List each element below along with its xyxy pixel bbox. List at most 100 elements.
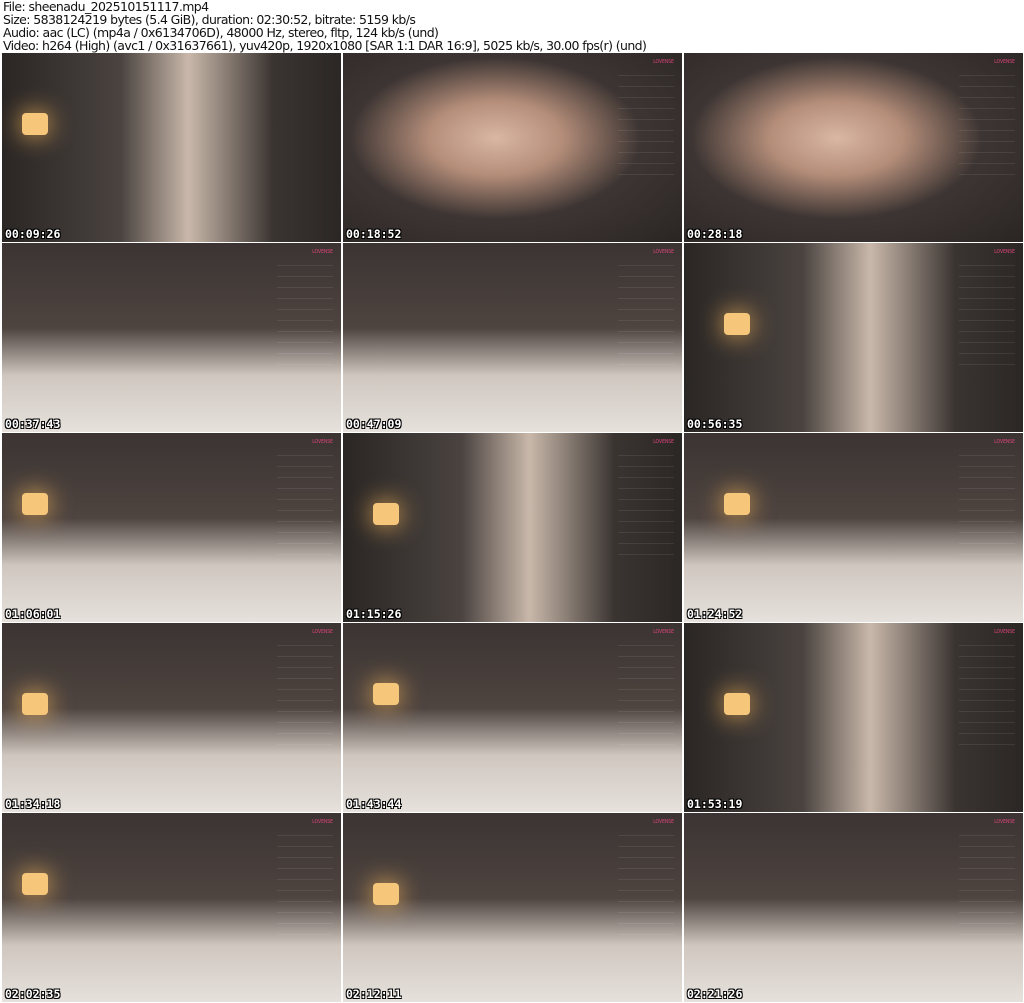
overlay-row [618, 849, 674, 858]
overlay-brand: LOVENSE [653, 59, 674, 65]
overlay-row [959, 838, 1015, 847]
overlay-row [618, 637, 674, 646]
thumbnail-timestamp: 00:09:26 [5, 227, 61, 241]
overlay-row [277, 637, 333, 646]
overlay-row [618, 871, 674, 880]
overlay-row [959, 882, 1015, 891]
overlay-row [277, 882, 333, 891]
overlay-row [959, 67, 1015, 76]
overlay-row [959, 301, 1015, 310]
overlay-brand: LOVENSE [653, 629, 674, 635]
overlay-row [618, 100, 674, 109]
overlay-row [959, 714, 1015, 723]
video-info: Video: h264 (High) (avc1 / 0x31637661), … [3, 38, 647, 53]
video-thumbnail: LOVENSE 01:53:19 [684, 623, 1023, 812]
overlay-row [959, 111, 1015, 120]
overlay-row [277, 502, 333, 511]
overlay-row [277, 268, 333, 277]
overlay-row [959, 637, 1015, 646]
thumbnail-timestamp: 01:53:19 [687, 797, 743, 811]
video-thumbnail: LOVENSE 00:47:09 [343, 243, 682, 432]
overlay-row [618, 334, 674, 343]
overlay-row [618, 323, 674, 332]
overlay-row [959, 356, 1015, 365]
overlay-row [959, 312, 1015, 321]
overlay-row [959, 334, 1015, 343]
overlay-row [277, 871, 333, 880]
lamp-light [724, 313, 750, 335]
overlay-row [959, 703, 1015, 712]
thumbnail-timestamp: 02:21:26 [687, 987, 743, 1001]
tip-menu-overlay: LOVENSE [959, 629, 1015, 799]
overlay-row [277, 290, 333, 299]
overlay-row [959, 78, 1015, 87]
overlay-row [277, 469, 333, 478]
overlay-row [959, 458, 1015, 467]
thumbnail-timestamp: 00:28:18 [687, 227, 743, 241]
overlay-row [277, 827, 333, 836]
overlay-row [618, 502, 674, 511]
overlay-row [618, 904, 674, 913]
lamp-light [373, 883, 399, 905]
overlay-brand: LOVENSE [994, 439, 1015, 445]
tip-menu-overlay: LOVENSE [277, 439, 333, 609]
overlay-brand: LOVENSE [312, 819, 333, 825]
overlay-row [618, 491, 674, 500]
overlay-row [277, 692, 333, 701]
overlay-brand: LOVENSE [994, 249, 1015, 255]
video-thumbnail: LOVENSE 00:28:18 [684, 53, 1023, 242]
overlay-row [959, 257, 1015, 266]
overlay-row [277, 491, 333, 500]
thumbnail-grid: 00:09:26 LOVENSE 00:18:52 LOVENSE 00:28:18 LO… [2, 53, 1023, 1002]
video-thumbnail: LOVENSE 00:56:35 [684, 243, 1023, 432]
overlay-row [959, 268, 1015, 277]
video-thumbnail: LOVENSE 01:24:52 [684, 433, 1023, 622]
overlay-row [959, 725, 1015, 734]
overlay-row [959, 100, 1015, 109]
overlay-row [959, 736, 1015, 745]
overlay-row [618, 725, 674, 734]
overlay-brand: LOVENSE [653, 819, 674, 825]
overlay-row [959, 133, 1015, 142]
overlay-row [618, 122, 674, 131]
overlay-row [618, 535, 674, 544]
tip-menu-overlay: LOVENSE [618, 819, 674, 989]
video-thumbnail: LOVENSE 02:12:11 [343, 813, 682, 1002]
overlay-row [959, 144, 1015, 153]
video-thumbnail: LOVENSE 01:06:01 [2, 433, 341, 622]
video-thumbnail: LOVENSE 00:37:43 [2, 243, 341, 432]
overlay-row [277, 926, 333, 935]
overlay-row [277, 345, 333, 354]
thumbnail-timestamp: 02:12:11 [346, 987, 402, 1001]
overlay-row [618, 692, 674, 701]
overlay-row [277, 915, 333, 924]
overlay-row [618, 356, 674, 365]
overlay-row [959, 89, 1015, 98]
overlay-row [277, 703, 333, 712]
overlay-row [959, 648, 1015, 657]
overlay-brand: LOVENSE [994, 59, 1015, 65]
overlay-row [277, 257, 333, 266]
lamp-light [22, 873, 48, 895]
thumbnail-timestamp: 00:47:09 [346, 417, 402, 431]
overlay-row [618, 915, 674, 924]
overlay-brand: LOVENSE [312, 629, 333, 635]
lamp-light [373, 503, 399, 525]
overlay-row [277, 480, 333, 489]
lamp-light [724, 693, 750, 715]
overlay-row [618, 648, 674, 657]
tip-menu-overlay: LOVENSE [277, 249, 333, 419]
video-thumbnail: LOVENSE 00:18:52 [343, 53, 682, 242]
overlay-row [618, 257, 674, 266]
overlay-brand: LOVENSE [994, 629, 1015, 635]
overlay-row [959, 827, 1015, 836]
overlay-row [959, 860, 1015, 869]
file-info-header: File: sheenadu_202510151117.mp4 Size: 58… [3, 0, 647, 53]
overlay-row [277, 524, 333, 533]
overlay-row [618, 290, 674, 299]
overlay-row [618, 268, 674, 277]
overlay-row [618, 524, 674, 533]
overlay-row [618, 301, 674, 310]
overlay-row [618, 703, 674, 712]
overlay-row [618, 447, 674, 456]
